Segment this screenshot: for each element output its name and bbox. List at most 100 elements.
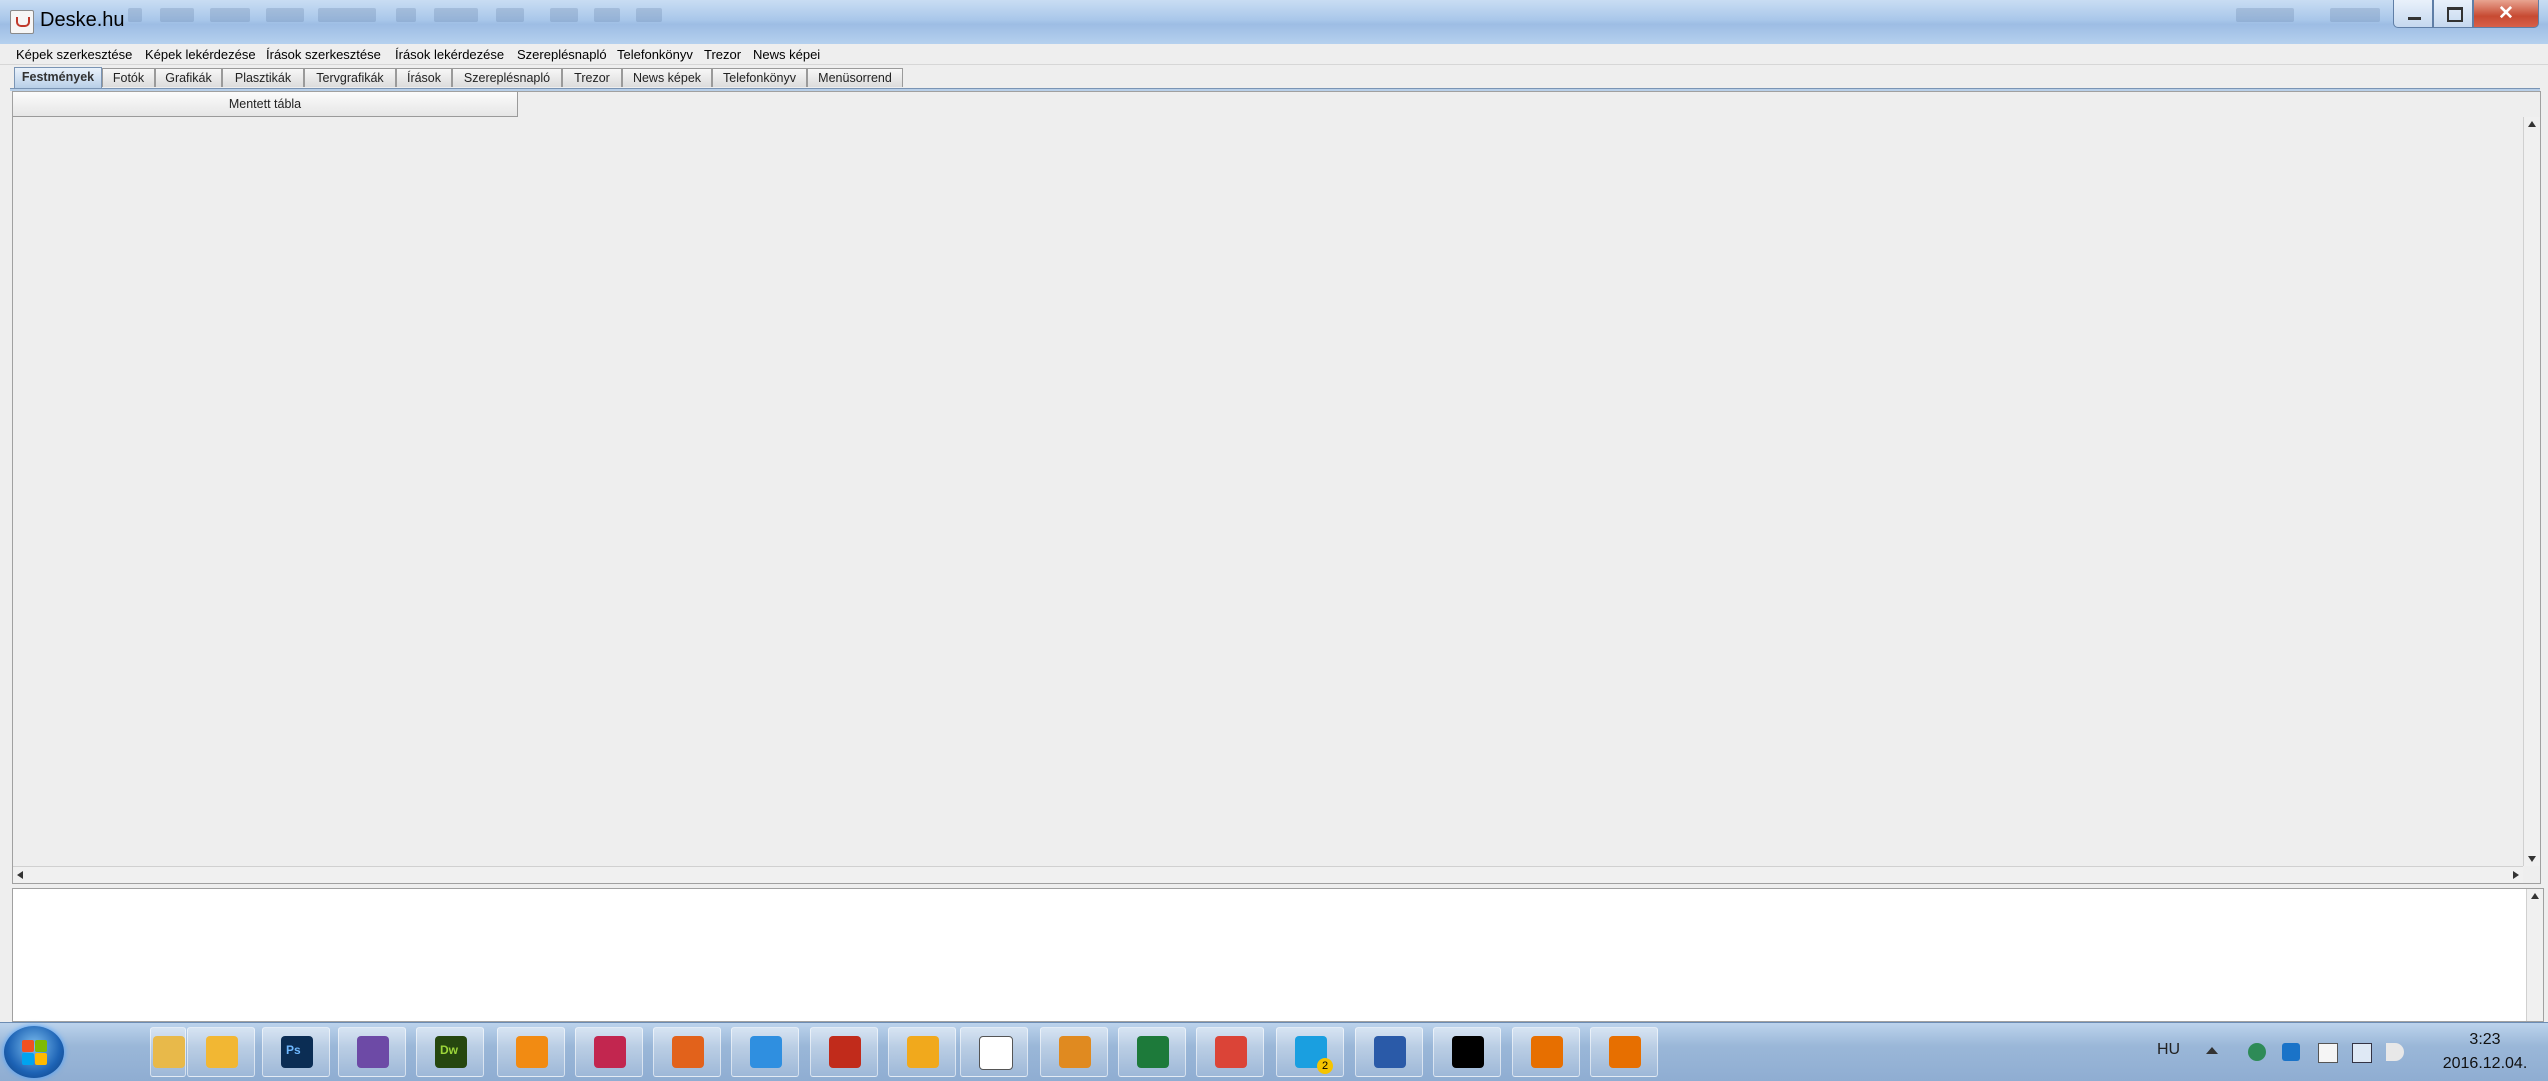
log-text-area[interactable] [12,888,2544,1022]
network-icon [1374,1036,1406,1068]
excel-icon [1137,1036,1169,1068]
blurred-bg-menu [2330,8,2380,22]
taskbar-app-button[interactable] [187,1027,255,1077]
scroll-up-arrow-icon[interactable] [2531,893,2539,899]
tab-irasok[interactable]: Írások [396,68,452,87]
taskbar-app-button[interactable]: Ps [262,1027,330,1077]
volume-icon[interactable] [2386,1043,2404,1061]
tab-grafikak[interactable]: Grafikák [155,68,222,87]
taskbar-app-button[interactable] [1040,1027,1108,1077]
clock-date[interactable]: 2016.12.04. [2432,1055,2538,1073]
photoshop-icon: Ps [281,1036,313,1068]
table-body[interactable] [13,117,2523,866]
terminal-icon [1452,1036,1484,1068]
close-button[interactable]: ✕ [2473,0,2539,28]
tab-festmenyek[interactable]: Festmények [14,67,102,88]
java-app-icon[interactable] [10,10,34,34]
minimize-button[interactable] [2393,0,2433,28]
tab-fotok[interactable]: Fotók [102,68,155,87]
taskbar-app-button[interactable] [150,1027,186,1077]
teamviewer-icon[interactable] [2282,1043,2300,1061]
scroll-down-arrow-icon[interactable] [2528,856,2536,862]
scroll-left-arrow-icon[interactable] [17,871,23,879]
blurred-bg-menu [210,8,250,22]
show-hidden-icons-icon[interactable] [2206,1047,2218,1054]
taskbar-app-button[interactable] [1512,1027,1580,1077]
windows-logo-icon [22,1053,34,1065]
dreamweaver-icon: Dw [435,1036,467,1068]
skype-icon: 2 [1295,1036,1333,1074]
tab-trezor[interactable]: Trezor [562,68,622,87]
blurred-bg-menu [160,8,194,22]
taskbar-app-button[interactable] [731,1027,799,1077]
taskbar-app-button[interactable]: Dw [416,1027,484,1077]
blurred-bg-menu [266,8,304,22]
menu-irasok-lekerdezese[interactable]: Írások lekérdezése [395,47,504,62]
filezilla-icon [829,1036,861,1068]
internet-explorer-icon [750,1036,782,1068]
maximize-button[interactable] [2433,0,2473,28]
dreamweaver-label: Dw [440,1043,458,1057]
title-bar: Deske.hu ✕ [0,0,2548,45]
menu-szereplesnaplo[interactable]: Szereplésnapló [517,47,607,62]
menu-irasok-szerkesztese[interactable]: Írások szerkesztése [266,47,381,62]
taskbar-app-button[interactable] [810,1027,878,1077]
outlook-icon [206,1036,238,1068]
close-icon: ✕ [2498,3,2514,24]
tab-szereplesnaplo[interactable]: Szereplésnapló [452,68,562,87]
taskbar: Ps Dw 2 HU 3:23 2016.12.04. [0,1022,2548,1081]
tab-plasztikak[interactable]: Plasztikák [222,68,304,87]
start-button[interactable] [4,1026,64,1078]
sync-icon[interactable] [2248,1043,2266,1061]
java-icon [1609,1036,1641,1068]
vertical-scrollbar[interactable] [2523,117,2540,866]
taskbar-app-button[interactable] [1433,1027,1501,1077]
column-header[interactable]: Mentett tábla [13,92,518,117]
blurred-bg-menu [496,8,524,22]
taskbar-app-button[interactable] [497,1027,565,1077]
taskbar-app-button[interactable] [338,1027,406,1077]
taskbar-app-button[interactable] [960,1027,1028,1077]
menu-trezor[interactable]: Trezor [704,47,741,62]
scroll-right-arrow-icon[interactable] [2513,871,2519,879]
window-title: Deske.hu [40,9,125,31]
table-panel: Mentett tábla [12,91,2541,884]
menu-news-kepei[interactable]: News képei [753,47,820,62]
scroll-up-arrow-icon[interactable] [2528,121,2536,127]
calendar-icon [979,1036,1013,1070]
firefox-icon [672,1036,704,1068]
tab-menusorrend[interactable]: Menüsorrend [807,68,903,87]
tab-telefonkonyv[interactable]: Telefonkönyv [712,68,807,87]
tab-tervgrafikak[interactable]: Tervgrafikák [304,68,396,87]
clock-time[interactable]: 3:23 [2440,1031,2530,1049]
taskbar-app-button[interactable] [575,1027,643,1077]
blurred-bg-menu [396,8,416,22]
taskbar-app-button[interactable] [1355,1027,1423,1077]
taskbar-app-button[interactable] [888,1027,956,1077]
menu-kepek-szerkesztese[interactable]: Képek szerkesztése [16,47,132,62]
vertical-scrollbar[interactable] [2526,889,2543,1021]
taskbar-app-button[interactable] [1196,1027,1264,1077]
menu-kepek-lekerdezese[interactable]: Képek lekérdezése [145,47,256,62]
floppy-save-icon [594,1036,626,1068]
taskbar-app-button[interactable] [1590,1027,1658,1077]
blurred-bg-menu [128,8,142,22]
action-center-flag-icon[interactable] [2318,1043,2338,1063]
blurred-bg-menu [2236,8,2294,22]
explorer-icon [153,1036,185,1068]
menu-telefonkonyv[interactable]: Telefonkönyv [617,47,693,62]
language-indicator[interactable]: HU [2157,1041,2180,1059]
taskbar-app-button[interactable] [1118,1027,1186,1077]
blurred-bg-menu [318,8,376,22]
vectorworks-icon [907,1036,939,1068]
taskbar-app-button[interactable] [653,1027,721,1077]
horizontal-scrollbar[interactable] [13,866,2523,883]
xnview-icon [1059,1036,1091,1068]
visual-studio-icon [357,1036,389,1068]
tab-news-kepek[interactable]: News képek [622,68,712,87]
blurred-bg-menu [434,8,478,22]
taskbar-app-button[interactable]: 2 [1276,1027,1344,1077]
network-icon[interactable] [2352,1043,2372,1063]
java-icon [1531,1036,1563,1068]
windows-logo-icon [35,1053,47,1065]
